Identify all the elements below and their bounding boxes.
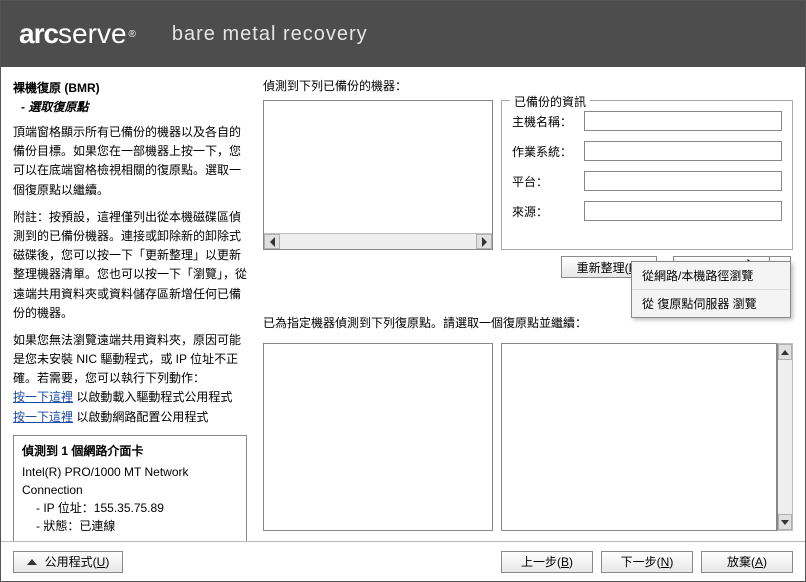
left-subtitle: - 選取復原點 (13, 98, 247, 115)
hostname-field[interactable] (584, 111, 782, 131)
left-pane: 裸機復原 (BMR) - 選取復原點 頂端窗格顯示所有已備份的機器以及各自的備份… (1, 67, 257, 541)
h-scrollbar[interactable] (264, 233, 492, 249)
scroll-down-icon[interactable] (778, 514, 792, 530)
source-row: 來源： (512, 201, 782, 221)
utilities-button[interactable]: 公用程式(U) (13, 551, 123, 573)
platform-field[interactable] (584, 171, 782, 191)
backup-info-title: 已備份的資訊 (510, 93, 590, 110)
nic-title: 偵測到 1 個網路介面卡 (22, 442, 238, 459)
chevron-up-icon (27, 559, 37, 565)
header-subtitle: bare metal recovery (172, 23, 368, 46)
body: 裸機復原 (BMR) - 選取復原點 頂端窗格顯示所有已備份的機器以及各自的備份… (1, 67, 805, 541)
left-para3-pre: 如果您無法瀏覽遠端共用資料夾，原因可能是您未安裝 NIC 驅動程式，或 IP 位… (13, 333, 241, 385)
platform-label: 平台： (512, 173, 584, 190)
os-row: 作業系統： (512, 141, 782, 161)
top-row: 已備份的資訊 主機名稱： 作業系統： 平台： 來源： (263, 100, 793, 250)
v-scrollbar[interactable] (777, 343, 793, 531)
os-field[interactable] (584, 141, 782, 161)
hostname-row: 主機名稱： (512, 111, 782, 131)
abort-button[interactable]: 放棄(A) (701, 551, 793, 573)
nic-box: 偵測到 1 個網路介面卡 Intel(R) PRO/1000 MT Networ… (13, 435, 247, 541)
left-title: 裸機復原 (BMR) (13, 79, 247, 96)
registered-mark: ® (129, 29, 136, 40)
browse-menu-rps[interactable]: 從 復原點伺服器 瀏覽 (632, 289, 790, 317)
os-label: 作業系統： (512, 143, 584, 160)
load-driver-rest: 以啟動載入驅動程式公用程式 (73, 390, 232, 404)
platform-row: 平台： (512, 171, 782, 191)
left-para3: 如果您無法瀏覽遠端共用資料夾，原因可能是您未安裝 NIC 驅動程式，或 IP 位… (13, 331, 247, 427)
source-label: 來源： (512, 203, 584, 220)
load-driver-link[interactable]: 按一下這裡 (13, 390, 73, 404)
browse-menu-network-path[interactable]: 從網路/本機路徑瀏覽 (632, 262, 790, 289)
nic-status: - 狀態：已連線 (36, 517, 238, 535)
detected-label: 偵測到下列已備份的機器： (263, 77, 793, 94)
left-para1: 頂端窗格顯示所有已備份的機器以及各自的備份目標。如果您在一部機器上按一下，您可以… (13, 123, 247, 200)
network-config-rest: 以啟動網路配置公用程式 (73, 410, 208, 424)
brand-logo: arcserve® (19, 18, 136, 50)
back-button[interactable]: 上一步(B) (501, 551, 593, 573)
brand-light: serve (58, 18, 126, 50)
recovery-points-list[interactable] (263, 343, 493, 531)
scroll-up-icon[interactable] (778, 344, 792, 360)
backup-info-group: 已備份的資訊 主機名稱： 作業系統： 平台： 來源： (501, 100, 793, 250)
recovery-point-detail-wrap (501, 343, 793, 531)
nic-adapter-name: Intel(R) PRO/1000 MT Network Connection (22, 463, 238, 499)
lower-row (263, 343, 793, 531)
right-pane: 偵測到下列已備份的機器： 已備份的資訊 主機名稱： (257, 67, 805, 541)
scroll-right-icon[interactable] (476, 234, 492, 249)
hostname-label: 主機名稱： (512, 113, 584, 130)
recovery-point-detail[interactable] (501, 343, 777, 531)
h-scroll-track[interactable] (280, 234, 476, 249)
machines-listbox-content (264, 101, 492, 233)
nic-status-label: - 狀態： (36, 519, 79, 533)
nic-ip-label: - IP 位址： (36, 501, 94, 515)
next-button[interactable]: 下一步(N) (601, 551, 693, 573)
footer: 公用程式(U) 上一步(B) 下一步(N) 放棄(A) (1, 541, 805, 581)
scroll-left-icon[interactable] (264, 234, 280, 249)
brand-strong: arc (19, 18, 58, 50)
browse-menu: 從網路/本機路徑瀏覽 從 復原點伺服器 瀏覽 (631, 261, 791, 318)
nic-ip-value: 155.35.75.89 (94, 501, 164, 515)
network-config-link[interactable]: 按一下這裡 (13, 410, 73, 424)
nic-ip: - IP 位址：155.35.75.89 (36, 499, 238, 517)
left-para2: 附註：按預設，這裡僅列出從本機磁碟區偵測到的已備份機器。連接或卸除新的卸除式磁碟… (13, 208, 247, 323)
bmr-window: arcserve® bare metal recovery 裸機復原 (BMR)… (0, 0, 806, 582)
nic-status-value: 已連線 (79, 519, 115, 533)
header: arcserve® bare metal recovery (1, 1, 805, 67)
source-field[interactable] (584, 201, 782, 221)
v-scroll-track[interactable] (778, 360, 792, 514)
machines-listbox[interactable] (263, 100, 493, 250)
